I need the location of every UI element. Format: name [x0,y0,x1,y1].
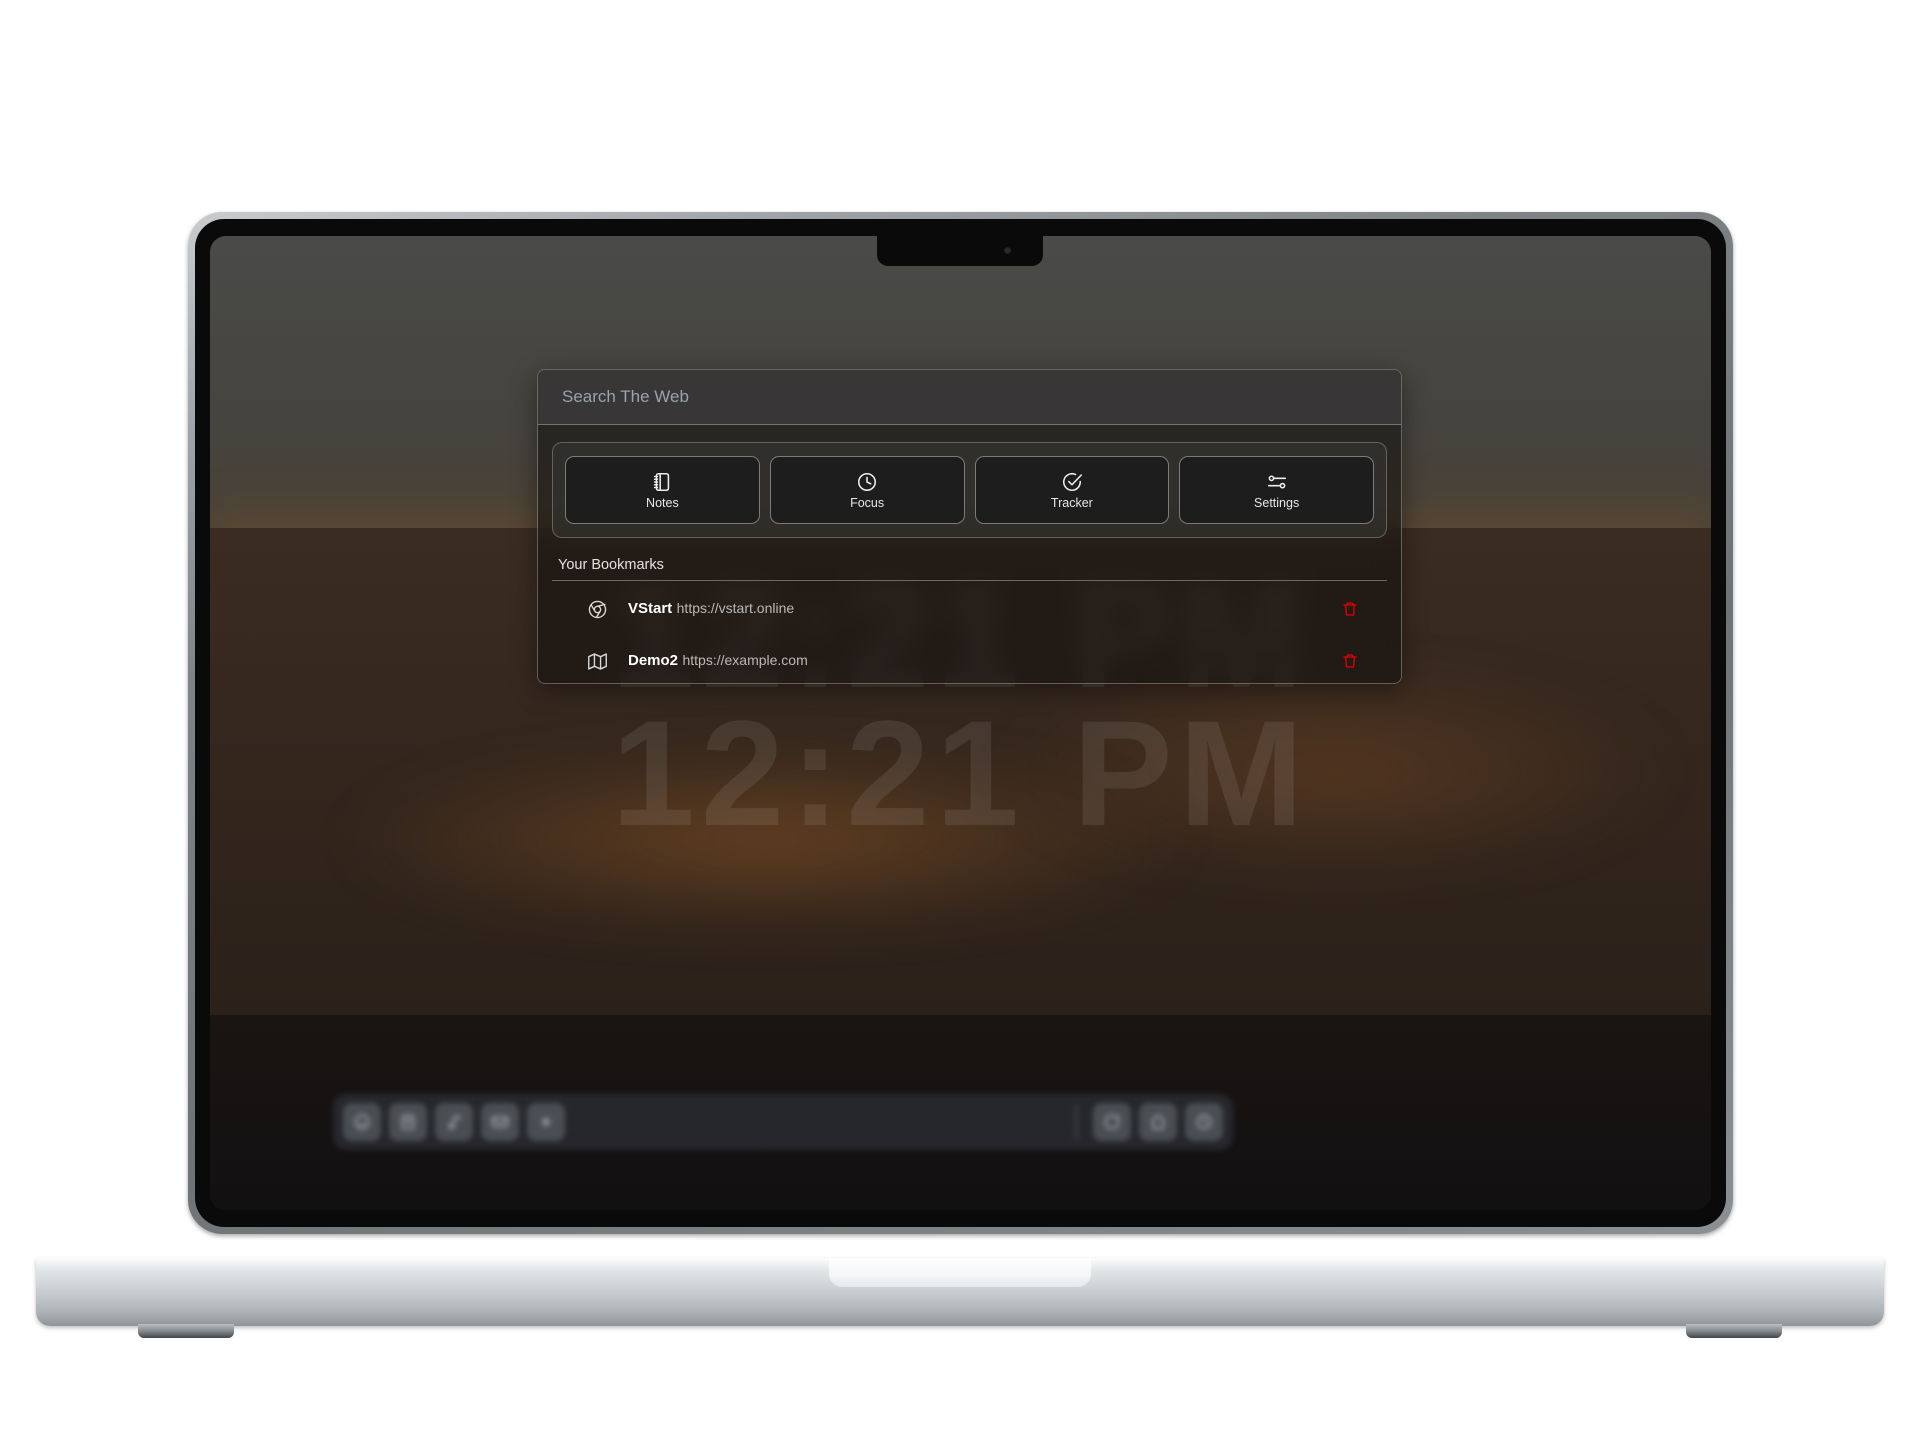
bookmark-url: https://example.com [682,651,808,668]
bookmark-row[interactable]: Demo2 https://example.com [552,635,1387,683]
bookmarks-section: Your Bookmarks VStart https://vstart.onl… [552,557,1387,683]
quick-action-label: Tracker [1050,495,1093,510]
laptop-base-notch [829,1258,1091,1287]
mail-icon [491,1116,509,1128]
dock-item-home[interactable] [1139,1103,1177,1141]
quick-action-label: Focus [850,495,885,510]
dock[interactable] [333,1094,1233,1150]
sliders-icon [1267,474,1286,489]
chrome-icon [580,599,614,620]
bookmark-name: Demo2 [628,651,679,669]
bookmarks-title: Your Bookmarks [558,557,664,573]
quick-action-focus[interactable]: Focus [769,456,965,524]
camera-icon [1004,247,1011,254]
quick-actions-row: Notes Focus Tracker Settings [552,442,1387,538]
search-bar[interactable] [538,370,1401,425]
finder-icon [354,1114,370,1130]
quick-action-settings[interactable]: Settings [1179,456,1374,524]
notebook-icon [654,472,670,491]
add-icon [541,1117,551,1127]
laptop-mockup: 12:21 PM 12:21 PM [0,0,1920,1440]
desktop-clock-line2: 12:21 PM [611,689,1310,857]
quick-action-notes[interactable]: Notes [565,456,760,524]
music-icon [448,1115,460,1130]
clock-icon [858,472,877,491]
quick-action-label: Settings [1254,495,1300,510]
laptop-foot-right [1686,1324,1782,1338]
delete-bookmark-button[interactable] [1335,653,1365,669]
laptop-screen: 12:21 PM 12:21 PM [210,236,1711,1210]
bookmark-row[interactable]: VStart https://vstart.online [552,583,1387,635]
bookmark-name: VStart [628,599,673,617]
bookmark-text: VStart https://vstart.online [628,600,1335,618]
delete-bookmark-button[interactable] [1335,601,1365,617]
laptop-foot-left [138,1324,234,1338]
dock-item-notes[interactable] [389,1103,427,1141]
dock-item-mail[interactable] [481,1103,519,1141]
trash-icon [1343,602,1357,616]
bookmark-text: Demo2 https://example.com [628,652,1335,670]
quick-action-label: Notes [646,495,679,510]
check-circle-icon [1062,472,1082,491]
dock-item-add[interactable] [527,1103,565,1141]
bookmarks-divider [552,580,1387,581]
refresh-icon [1104,1114,1120,1130]
map-icon [580,651,614,672]
dock-separator [1076,1104,1077,1140]
bookmark-url: https://vstart.online [676,599,795,616]
trash-icon [1343,654,1357,668]
dock-item-clock[interactable] [1185,1103,1223,1141]
clock-icon [1196,1114,1212,1130]
camera-notch [877,236,1043,266]
home-icon [1150,1114,1166,1130]
notes-icon [401,1114,415,1130]
quick-action-tracker[interactable]: Tracker [974,456,1170,524]
dock-item-refresh[interactable] [1093,1103,1131,1141]
dock-item-music[interactable] [435,1103,473,1141]
vstart-panel: Notes Focus Tracker [537,369,1402,684]
dock-item-finder[interactable] [343,1103,381,1141]
search-input[interactable] [560,386,1379,408]
